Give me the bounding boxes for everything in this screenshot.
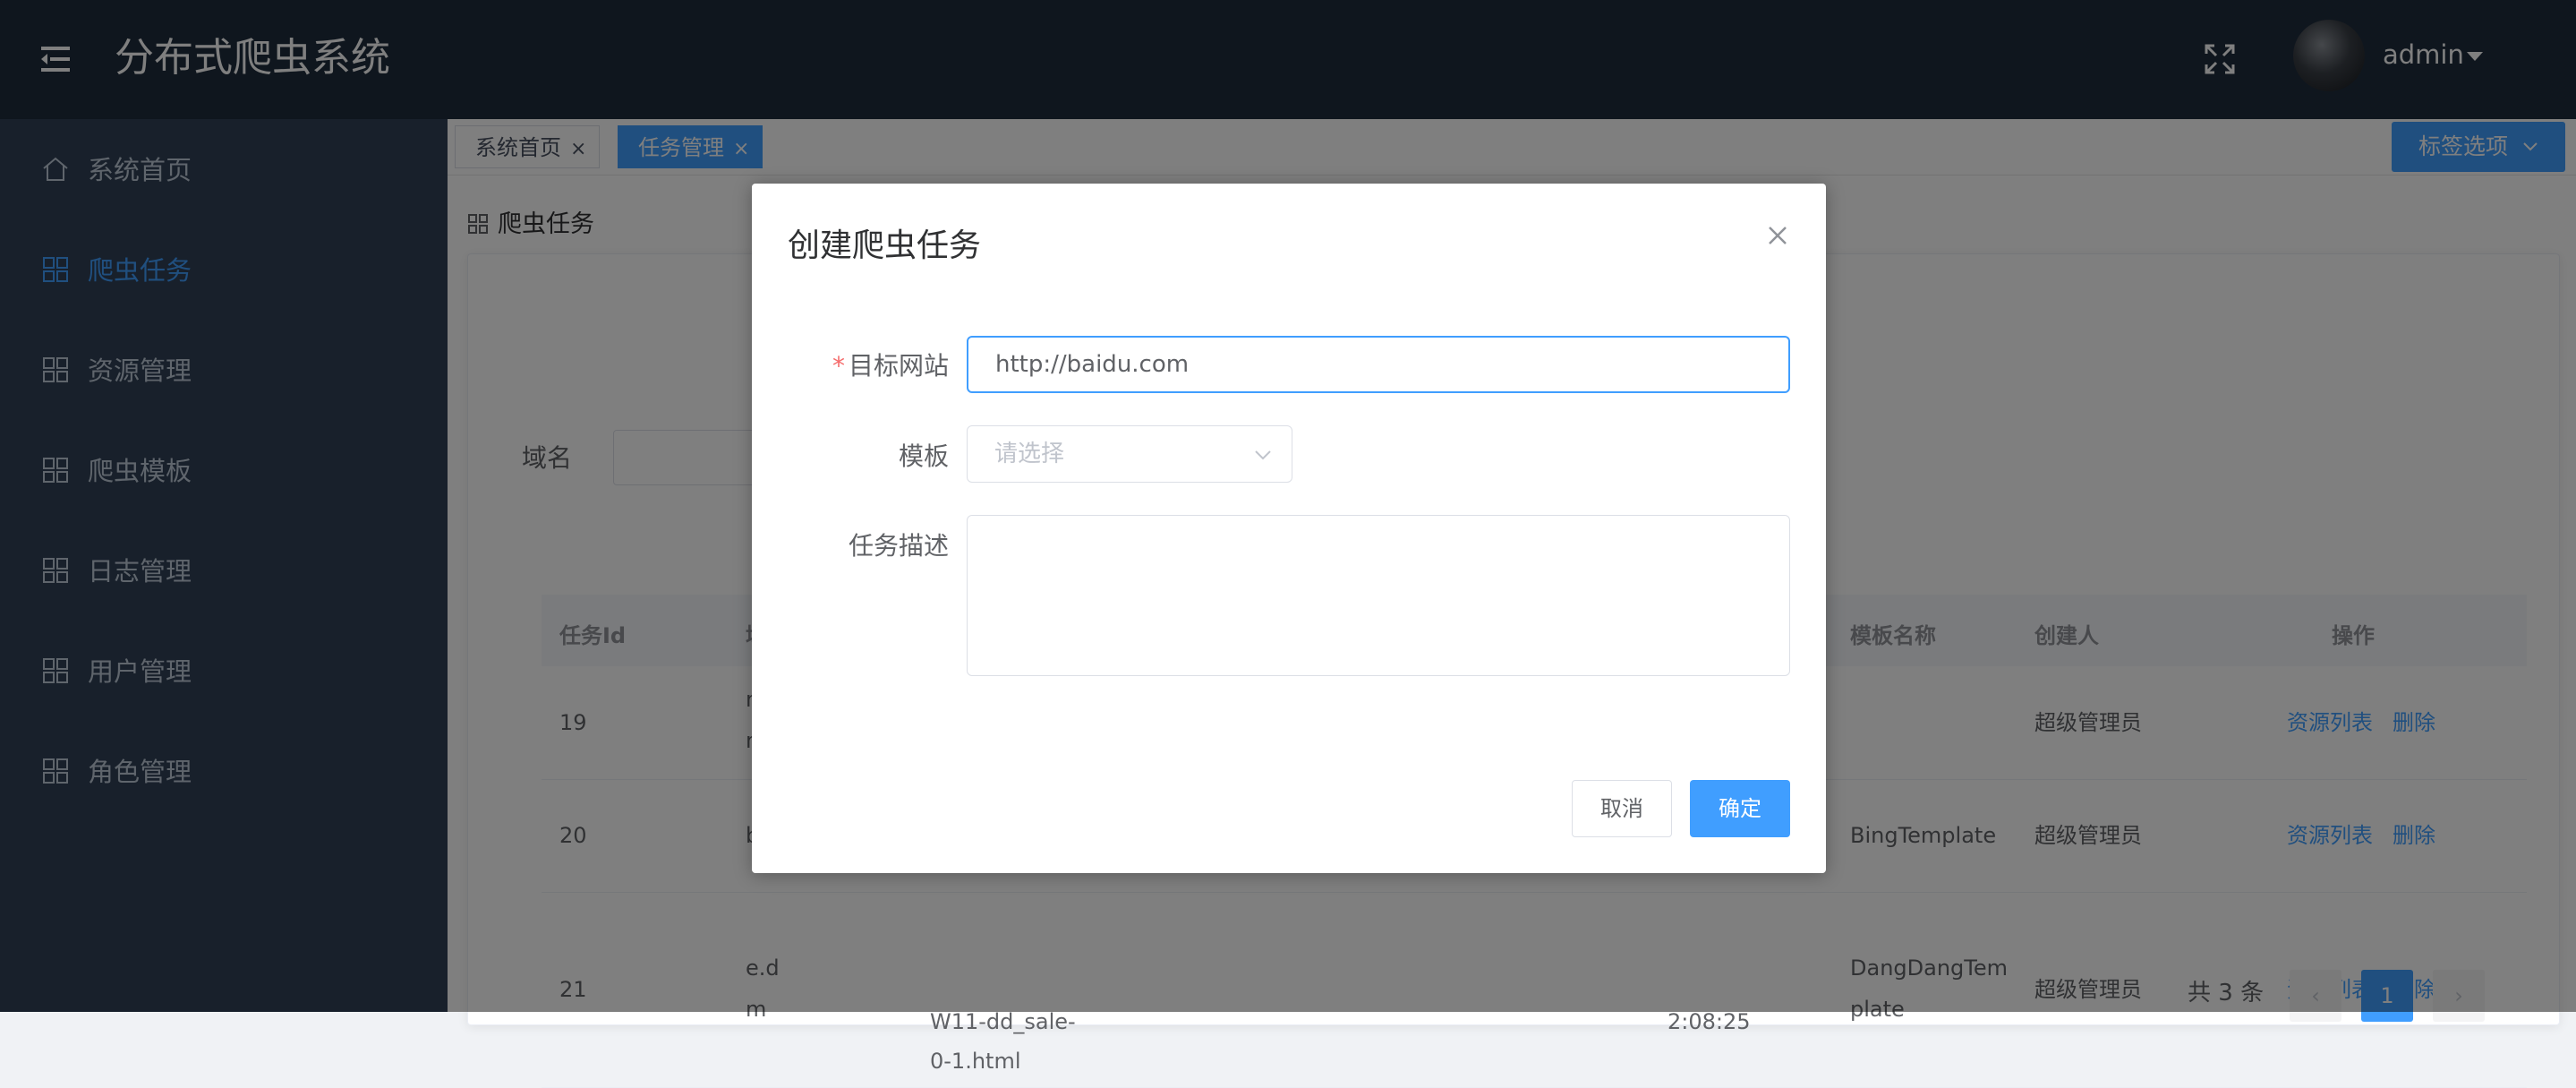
template-label: 模板	[898, 441, 949, 471]
required-mark: *	[832, 351, 845, 381]
description-label: 任务描述	[848, 531, 949, 561]
confirm-button[interactable]: 确定	[1690, 780, 1790, 837]
target-site-input[interactable]: http://baidu.com	[967, 336, 1790, 393]
description-textarea[interactable]	[967, 515, 1790, 676]
dialog-title: 创建爬虫任务	[788, 227, 982, 264]
target-site-label-text: 目标网站	[848, 351, 949, 381]
close-icon[interactable]	[1765, 223, 1790, 248]
target-site-label: * 目标网站	[832, 347, 949, 382]
chevron-down-icon	[1255, 450, 1271, 460]
template-select[interactable]: 请选择	[967, 425, 1292, 483]
template-select-placeholder: 请选择	[994, 441, 1065, 467]
cancel-button[interactable]: 取消	[1572, 780, 1672, 837]
create-task-dialog: 创建爬虫任务 * 目标网站 http://baidu.com 模板 请选择 任务描…	[752, 184, 1826, 873]
url-line: 0-1.html	[930, 1049, 1021, 1074]
